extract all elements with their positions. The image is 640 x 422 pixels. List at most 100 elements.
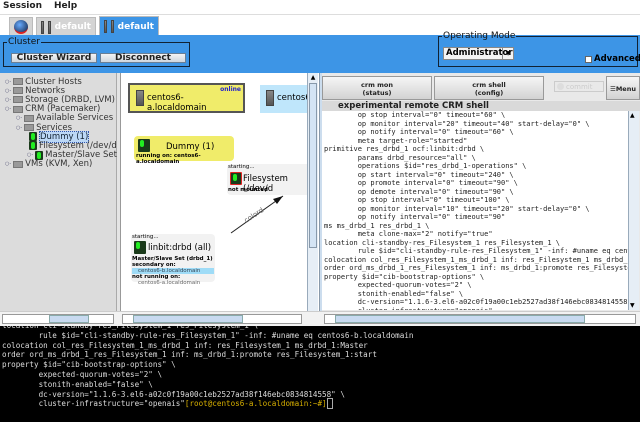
tree-hscroll[interactable]	[2, 314, 114, 324]
shell-line: property $id="cib-bootstrap-options" \	[324, 272, 485, 281]
menu-help[interactable]: Help	[54, 0, 77, 14]
scrollbar-thumb[interactable]	[133, 315, 243, 323]
shell-line: order ord_ms_drbd_1_res_Filesystem_1 inf…	[324, 264, 628, 272]
shell-line: op stop interval="0" timeout="100" \	[324, 196, 510, 204]
shell-line: operations $id="res_drbd_1-operations" \	[324, 162, 527, 170]
crm-shell-button[interactable]: crm shell (config)	[434, 76, 544, 100]
commit-button[interactable]: commit	[554, 81, 604, 92]
horizontal-scrollbars	[0, 311, 640, 326]
expand-icon[interactable]: ○-	[5, 161, 11, 167]
crm-mon-button[interactable]: crm mon (status)	[322, 76, 432, 100]
tab-home[interactable]	[9, 17, 33, 36]
shell-line: op monitor interval="20" timeout="40" st…	[324, 119, 590, 128]
shell-line: op demote interval="0" timeout="90" \	[324, 187, 514, 196]
cluster-wizard-button[interactable]: Cluster Wizard	[11, 53, 97, 63]
tab-default-1[interactable]: default	[36, 17, 96, 36]
operating-mode-select[interactable]: Administrator ▼	[443, 47, 514, 60]
shell-line: meta target-role="started"	[324, 136, 468, 145]
server-icon	[47, 20, 51, 34]
tab-label: default	[117, 21, 154, 32]
button-sublabel: (status)	[362, 89, 392, 97]
shell-line: op notify interval="0" timeout="60" \	[324, 128, 514, 136]
terminal[interactable]: location cli-standby-res_Filesystem_1 re…	[0, 326, 640, 422]
scroll-up-icon[interactable]: ▲	[630, 112, 635, 119]
tree-item[interactable]: ○- CRM (Pacemaker)	[5, 104, 100, 114]
tree-item[interactable]: ○- Master/Slave Set (	[27, 150, 123, 160]
folder-icon	[24, 114, 35, 122]
server-icon	[110, 20, 114, 33]
button-label: crm shell	[472, 81, 506, 89]
shell-line: colocation col_res_Filesystem_1_ms_drbd_…	[324, 255, 628, 264]
button-label: Menu	[615, 85, 636, 93]
crm-shell-output[interactable]: op stop interval="0" timeout="60" \ op m…	[322, 111, 628, 310]
terminal-line: dc-version="1.1.6-3.el6-a02c0f19a00c1eb2…	[2, 389, 345, 399]
shell-line: op start interval="0" timeout="240" \	[324, 170, 514, 179]
cluster-group-label: Cluster	[8, 37, 40, 47]
expand-icon[interactable]: ○-	[16, 125, 22, 131]
server-icon	[104, 20, 107, 33]
expand-icon[interactable]: ○-	[16, 115, 22, 121]
shell-line: stonith-enabled="false" \	[324, 289, 464, 298]
shell-scrollbar[interactable]: ▲ ▼	[628, 111, 639, 310]
button-label: commit	[566, 82, 593, 91]
shell-hscroll[interactable]	[324, 314, 636, 324]
menu-button[interactable]: ☰Menu	[606, 76, 640, 100]
expand-icon[interactable]: ○-	[5, 88, 11, 94]
shell-line: expected-quorum-votes="2" \	[324, 281, 472, 289]
scrollbar-thumb[interactable]	[335, 315, 585, 323]
expand-icon[interactable]: ○-	[5, 97, 11, 103]
tree-item[interactable]: ○- Cluster Hosts	[5, 77, 82, 87]
terminal-text: cluster-infrastructure="openais"	[2, 399, 185, 409]
tree-item-label: VMs (KVM, Xen)	[25, 159, 93, 170]
expand-icon[interactable]: ○-	[5, 79, 11, 85]
checkbox-icon	[585, 55, 592, 63]
menu-session[interactable]: Session	[3, 0, 42, 14]
scrollbar-thumb[interactable]	[309, 83, 317, 248]
service-running-icon	[35, 150, 44, 160]
service-running-icon	[29, 132, 37, 142]
advanced-checkbox[interactable]: Advanced	[585, 54, 640, 64]
tree-item[interactable]: Filesystem (/dev/dr	[27, 141, 120, 151]
expand-icon[interactable]: ○-	[27, 152, 33, 158]
tree-item[interactable]: ○- VMs (KVM, Xen)	[5, 159, 93, 170]
scrollbar-thumb[interactable]	[49, 315, 89, 323]
tab-default-2[interactable]: default	[99, 16, 159, 36]
toolbar: Cluster Cluster Wizard Disconnect Operat…	[0, 31, 640, 73]
terminal-line: expected-quorum-votes="2" \	[2, 369, 163, 379]
graph-scrollbar[interactable]: ▲	[307, 73, 318, 311]
commit-icon	[557, 83, 564, 90]
operating-mode-label: Operating Mode	[443, 31, 516, 41]
button-label: crm mon	[361, 81, 393, 89]
service-node-drbd[interactable]: starting... linbit:drbd (all) Master/Sla…	[131, 234, 215, 286]
service-state: starting...	[132, 234, 159, 240]
expand-icon[interactable]: ○-	[5, 106, 11, 112]
shell-line: meta clone-max="2" notify="true"	[324, 230, 493, 238]
tree-item[interactable]: Dummy (1)	[27, 130, 90, 143]
tree-item[interactable]: ○- Available Services	[16, 113, 113, 123]
shell-line: location cli-standby-res_Filesystem_1 re…	[324, 238, 561, 247]
chevron-down-icon: ▼	[502, 48, 513, 59]
splitter-handle[interactable]	[319, 73, 322, 311]
terminal-line: order ord_ms_drbd_1_res_Filesystem_1 inf…	[2, 350, 377, 360]
button-sublabel: (config)	[474, 89, 504, 97]
scroll-up-icon[interactable]: ▲	[309, 74, 317, 82]
scroll-down-icon[interactable]: ▼	[630, 302, 635, 309]
service-host: centos6-a.localdomain	[138, 280, 201, 286]
shell-line: op promote interval="0" timeout="90" \	[324, 179, 518, 187]
terminal-prompt: [root@centos6-a.localdomain:~#]	[184, 399, 327, 409]
shell-line: op monitor interval="10" timeout="20" st…	[324, 204, 590, 213]
graph-hscroll[interactable]	[122, 314, 302, 324]
shell-title: experimental remote CRM shell	[322, 101, 640, 111]
shell-line: rule $id="cli-standby-rule-res_Filesyste…	[324, 247, 628, 255]
disconnect-button[interactable]: Disconnect	[100, 53, 186, 63]
folder-icon	[13, 87, 24, 95]
terminal-line: stonith-enabled="false" \	[2, 379, 153, 389]
folder-icon	[24, 124, 35, 131]
folder-icon	[13, 160, 24, 168]
cluster-graph: online centos6-a.localdomain centos6 Dum…	[121, 73, 307, 311]
tree-item[interactable]: ○- Storage (DRBD, LVM)	[5, 95, 115, 105]
tree-item[interactable]: ○- Networks	[5, 86, 65, 96]
terminal-cursor	[326, 398, 334, 410]
crm-icon	[13, 105, 24, 113]
service-running-icon	[29, 141, 37, 151]
